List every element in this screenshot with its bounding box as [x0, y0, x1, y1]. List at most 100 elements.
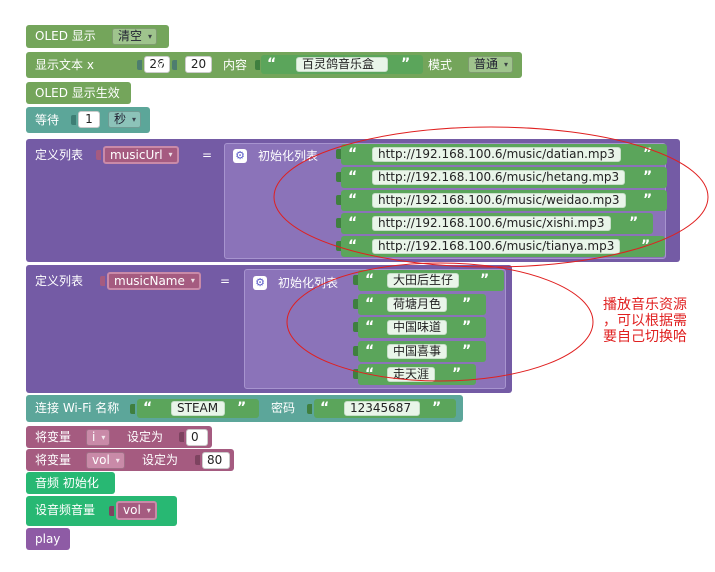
quote-close-icon: ”: [643, 146, 653, 162]
list-item-text[interactable]: 中国味道: [387, 320, 448, 335]
chevron-down-icon: ▾: [504, 60, 509, 69]
annotation-line: 播放音乐资源: [603, 297, 687, 313]
show-text-label: 显示文本 x: [35, 58, 94, 72]
equals-label: =: [202, 148, 213, 162]
chevron-down-icon: ▾: [115, 456, 120, 465]
quote-open-icon: “: [267, 56, 277, 72]
define-list-musicurl-block[interactable]: 定义列表 musicUrl ▾ = ⚙ 初始化列表 “ http://192.168…: [26, 139, 680, 262]
quote-open-icon: “: [348, 238, 358, 254]
quote-open-icon: “: [365, 272, 375, 288]
quote-close-icon: ”: [480, 272, 490, 288]
list-item[interactable]: “ http://192.168.100.6/music/tianya.mp3 ”: [336, 236, 665, 257]
list-item[interactable]: “ http://192.168.100.6/music/hetang.mp3 ”: [336, 167, 667, 188]
ssid-string-block[interactable]: “ STEAM ”: [137, 399, 259, 418]
list-item-text[interactable]: http://192.168.100.6/music/datian.mp3: [372, 147, 621, 162]
chevron-down-icon: ▾: [101, 433, 106, 442]
define-list-musicname-block[interactable]: 定义列表 musicName ▾ = ⚙ 初始化列表 “大田后生仔” “荷塘月色” “…: [26, 265, 512, 393]
gear-icon[interactable]: ⚙: [253, 276, 267, 290]
volume-var-dropdown[interactable]: vol ▾: [116, 501, 157, 520]
set-volume-block[interactable]: 设音频音量 vol ▾: [26, 496, 177, 526]
wifi-connect-block[interactable]: 连接 Wi-Fi 名称 “ STEAM ” 密码 “ 12345687 ”: [26, 395, 463, 422]
var-i-value-input[interactable]: 0: [186, 429, 208, 446]
audio-init-label: 音频 初始化: [35, 476, 99, 490]
quote-close-icon: ”: [462, 295, 472, 312]
init-list-label: 初始化列表: [278, 276, 339, 290]
password-label: 密码: [271, 401, 296, 415]
set-volume-label: 设音频音量: [35, 503, 96, 517]
chevron-down-icon: ▾: [148, 32, 153, 41]
list-item-text[interactable]: http://192.168.100.6/music/tianya.mp3: [372, 239, 621, 254]
set-to-label: 设定为: [127, 430, 164, 444]
list-item-text[interactable]: 走天涯: [387, 367, 436, 382]
quote-open-icon: “: [348, 169, 358, 185]
quote-open-icon: “: [365, 295, 375, 312]
list-item-text[interactable]: 中国喜事: [387, 343, 448, 359]
set-var-label: 将变量: [35, 453, 72, 467]
show-text-block[interactable]: 显示文本 x 26 y 20 内容 “ 百灵鸽音乐盒 ” 模式 普通 ▾: [26, 52, 522, 78]
audio-init-block[interactable]: 音频 初始化: [26, 472, 115, 494]
list-item[interactable]: “ 荷塘月色 ”: [353, 293, 486, 315]
init-list-label: 初始化列表: [258, 149, 319, 163]
chevron-down-icon: ▾: [146, 506, 151, 515]
text-string-block[interactable]: “ 百灵鸽音乐盒 ”: [261, 55, 423, 74]
chevron-down-icon: ▾: [168, 150, 173, 159]
play-label: play: [35, 532, 61, 546]
quote-open-icon: “: [348, 192, 358, 208]
annotation-line: ，可以根据需: [603, 313, 687, 329]
musicname-var-dropdown[interactable]: musicName ▾: [107, 272, 201, 290]
quote-close-icon: ”: [643, 169, 653, 185]
oled-display-label: OLED 显示: [35, 29, 96, 43]
wait-unit-dropdown[interactable]: 秒 ▾: [108, 111, 142, 128]
list-item[interactable]: “ http://192.168.100.6/music/datian.mp3 ”: [336, 144, 667, 165]
set-to-label: 设定为: [142, 453, 179, 467]
list-item[interactable]: “ http://192.168.100.6/music/weidao.mp3 ”: [336, 190, 667, 211]
password-input[interactable]: 12345687: [344, 401, 420, 416]
mode-dropdown[interactable]: 普通 ▾: [468, 56, 514, 73]
text-string-input[interactable]: 百灵鸽音乐盒: [296, 57, 388, 72]
quote-open-icon: “: [143, 400, 153, 416]
wifi-label: 连接 Wi-Fi 名称: [35, 401, 120, 415]
mode-label: 模式: [428, 58, 453, 72]
list-item[interactable]: “ 中国喜事 ”: [353, 340, 486, 362]
list-item-text[interactable]: http://192.168.100.6/music/weidao.mp3: [372, 193, 626, 208]
wait-seconds-input[interactable]: 1: [78, 111, 100, 128]
list-item[interactable]: “ http://192.168.100.6/music/xishi.mp3 ”: [336, 213, 653, 234]
oled-apply-block[interactable]: OLED 显示生效: [26, 82, 131, 104]
password-string-block[interactable]: “ 12345687 ”: [314, 399, 456, 418]
quote-close-icon: ”: [462, 319, 472, 335]
wait-block[interactable]: 等待 1 秒 ▾: [26, 107, 150, 133]
list-item-text[interactable]: 大田后生仔: [387, 273, 460, 288]
quote-open-icon: “: [365, 366, 375, 382]
quote-open-icon: “: [365, 342, 375, 359]
musicurl-var-dropdown[interactable]: musicUrl ▾: [103, 146, 179, 164]
list-item-text[interactable]: http://192.168.100.6/music/hetang.mp3: [372, 170, 626, 185]
list-item[interactable]: “ 大田后生仔 ”: [353, 270, 504, 291]
quote-close-icon: ”: [401, 56, 411, 72]
annotation-note: 播放音乐资源 ，可以根据需 要自己切换哈: [603, 297, 687, 345]
list-item[interactable]: “ 中国味道 ”: [353, 317, 486, 338]
define-list-label: 定义列表: [35, 274, 84, 288]
var-i-dropdown[interactable]: i ▾: [86, 429, 111, 446]
set-var-label: 将变量: [35, 430, 72, 444]
wait-label: 等待: [35, 113, 60, 127]
var-vol-dropdown[interactable]: vol ▾: [86, 452, 125, 469]
quote-close-icon: ”: [629, 215, 639, 231]
set-var-i-block[interactable]: 将变量 i ▾ 设定为 0: [26, 426, 212, 448]
ssid-input[interactable]: STEAM: [171, 401, 225, 416]
set-var-vol-block[interactable]: 将变量 vol ▾ 设定为 80: [26, 449, 234, 471]
play-block[interactable]: play: [26, 528, 70, 550]
quote-open-icon: “: [365, 319, 375, 335]
quote-close-icon: ”: [237, 400, 247, 416]
quote-close-icon: ”: [452, 366, 462, 382]
gear-icon[interactable]: ⚙: [233, 149, 247, 163]
var-vol-value-input[interactable]: 80: [202, 452, 230, 469]
equals-label: =: [220, 274, 231, 288]
oled-display-mode-dropdown[interactable]: 清空 ▾: [112, 28, 158, 45]
content-label: 内容: [223, 58, 248, 72]
list-item[interactable]: “ 走天涯 ”: [353, 364, 476, 385]
y-input[interactable]: 20: [185, 56, 212, 73]
list-item-text[interactable]: 荷塘月色: [387, 296, 448, 312]
chevron-down-icon: ▾: [132, 115, 137, 124]
oled-display-block[interactable]: OLED 显示 清空 ▾: [26, 25, 169, 48]
list-item-text[interactable]: http://192.168.100.6/music/xishi.mp3: [372, 216, 611, 231]
